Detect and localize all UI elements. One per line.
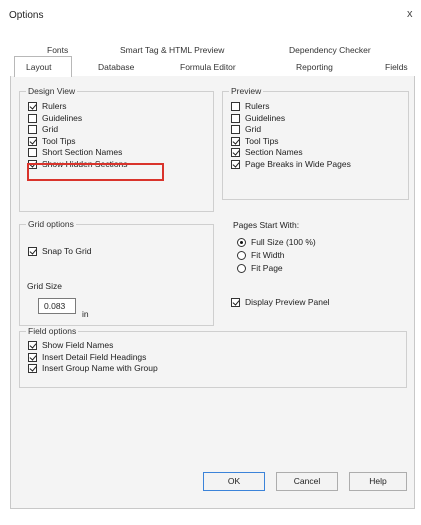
design-short-section-names-label: Short Section Names bbox=[42, 147, 123, 157]
close-icon[interactable]: x bbox=[407, 8, 413, 20]
radio-full-size-100-label: Full Size (100 %) bbox=[251, 237, 316, 247]
preview-rulers-label: Rulers bbox=[245, 101, 270, 111]
preview-grid-label: Grid bbox=[245, 124, 262, 134]
radio-fit-page[interactable] bbox=[237, 264, 246, 273]
tab-formula-editor[interactable]: Formula Editor bbox=[180, 62, 236, 72]
tab-dependency-checker[interactable]: Dependency Checker bbox=[289, 45, 371, 55]
ok-button[interactable]: OK bbox=[203, 472, 265, 491]
design-short-section-names-checkbox[interactable] bbox=[28, 148, 37, 157]
grid-options-legend: Grid options bbox=[28, 219, 74, 229]
cancel-button[interactable]: Cancel bbox=[276, 472, 338, 491]
preview-guidelines-checkbox[interactable] bbox=[231, 113, 240, 123]
preview-legend: Preview bbox=[231, 86, 262, 96]
field-insert-group-name-with-group-label: Insert Group Name with Group bbox=[42, 363, 158, 373]
grid-size-unit: in bbox=[82, 309, 89, 319]
preview-section-names-checkbox[interactable] bbox=[231, 148, 240, 157]
preview-page-breaks-in-wide-pages-checkbox[interactable] bbox=[231, 159, 240, 169]
preview-guidelines-label: Guidelines bbox=[245, 112, 286, 123]
design-rulers-label: Rulers bbox=[42, 101, 67, 111]
window-title: Options bbox=[9, 10, 44, 21]
design-tool-tips-label: Tool Tips bbox=[42, 135, 76, 146]
radio-full-size-100[interactable] bbox=[237, 238, 246, 247]
tab-fonts[interactable]: Fonts bbox=[47, 45, 68, 55]
design-grid-label: Grid bbox=[42, 124, 59, 134]
snap-to-grid-checkbox[interactable] bbox=[28, 247, 37, 256]
preview-tool-tips-checkbox[interactable] bbox=[231, 136, 240, 146]
design-view-legend: Design View bbox=[28, 86, 76, 96]
preview-page-breaks-in-wide-pages-label: Page Breaks in Wide Pages bbox=[245, 158, 351, 169]
tab-reporting[interactable]: Reporting bbox=[296, 62, 333, 72]
tab-database[interactable]: Database bbox=[98, 62, 134, 72]
title-bar bbox=[0, 0, 421, 30]
preview-rulers-checkbox[interactable] bbox=[231, 102, 240, 111]
field-insert-detail-field-headings-label: Insert Detail Field Headings bbox=[42, 351, 147, 362]
field-insert-group-name-with-group-checkbox[interactable] bbox=[28, 364, 37, 373]
pages-start-label: Pages Start With: bbox=[233, 220, 300, 230]
design-rulers-checkbox[interactable] bbox=[28, 102, 37, 111]
display-preview-panel-checkbox[interactable] bbox=[231, 298, 240, 307]
field-insert-detail-field-headings-checkbox[interactable] bbox=[28, 352, 37, 362]
radio-fit-width-label: Fit Width bbox=[251, 250, 285, 260]
preview-section-names-label: Section Names bbox=[245, 147, 303, 157]
help-button[interactable]: Help bbox=[349, 472, 407, 491]
tab-layout[interactable]: Layout bbox=[26, 62, 52, 72]
tab-fields[interactable]: Fields bbox=[385, 62, 408, 72]
preview-grid-checkbox[interactable] bbox=[231, 125, 240, 134]
field-options-legend: Field options bbox=[28, 326, 77, 336]
design-guidelines-label: Guidelines bbox=[42, 112, 83, 123]
layout-tab-panel: Design View Rulers Guidelines Grid Tool Tip… bbox=[10, 76, 415, 509]
design-guidelines-checkbox[interactable] bbox=[28, 113, 37, 123]
field-show-field-names-label: Show Field Names bbox=[42, 340, 114, 350]
display-preview-panel-label: Display Preview Panel bbox=[245, 297, 330, 307]
radio-fit-page-label: Fit Page bbox=[251, 263, 283, 273]
short-section-names-highlight bbox=[27, 163, 164, 181]
design-grid-checkbox[interactable] bbox=[28, 125, 37, 134]
field-show-field-names-checkbox[interactable] bbox=[28, 341, 37, 350]
grid-size-label: Grid Size bbox=[27, 281, 62, 291]
radio-fit-width[interactable] bbox=[237, 251, 246, 260]
grid-size-input[interactable]: 0.083 bbox=[38, 298, 76, 314]
tab-smart-tag-html-preview[interactable]: Smart Tag & HTML Preview bbox=[120, 45, 224, 55]
snap-to-grid-label: Snap To Grid bbox=[42, 246, 92, 256]
design-tool-tips-checkbox[interactable] bbox=[28, 136, 37, 146]
preview-tool-tips-label: Tool Tips bbox=[245, 135, 279, 146]
